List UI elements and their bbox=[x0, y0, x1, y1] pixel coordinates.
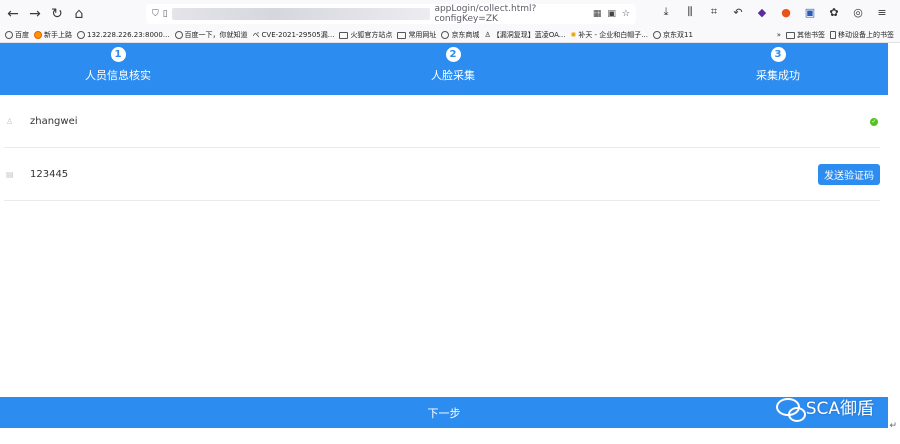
folder-icon bbox=[339, 31, 349, 39]
library-icon[interactable]: ⫼ bbox=[682, 4, 698, 20]
bookmark-item[interactable]: ベ CVE-2021-29505漏... bbox=[253, 30, 335, 40]
watermark-text: SCA御盾 bbox=[805, 399, 874, 419]
browser-toolbar: ← → ↻ ⌂ ⛉ ▯ appLogin/collect.html?config… bbox=[0, 0, 900, 28]
bookmark-item[interactable]: 新手上路 bbox=[34, 30, 72, 40]
id-card-icon: ▤ bbox=[6, 170, 14, 179]
bookmark-item[interactable]: ♙ 【漏洞复现】蓝凌OA... bbox=[484, 30, 565, 40]
globe-icon bbox=[77, 31, 85, 39]
extension-icon[interactable]: ◆ bbox=[754, 4, 770, 20]
addon-icon[interactable]: ✿ bbox=[826, 4, 842, 20]
bookmark-item[interactable]: 百度一下，你就知道 bbox=[174, 30, 248, 40]
wechat-icon bbox=[775, 397, 806, 422]
step-label: 人脸采集 bbox=[431, 69, 475, 82]
next-button[interactable]: 下一步 bbox=[0, 397, 888, 428]
bookmark-star-icon[interactable]: ☆ bbox=[622, 9, 630, 19]
circle-icon[interactable]: ◎ bbox=[850, 4, 866, 20]
bookmark-item[interactable]: 京东双11 bbox=[652, 30, 693, 40]
folder-icon bbox=[786, 31, 795, 39]
bookmark-item[interactable]: 火狐官方站点 bbox=[339, 30, 392, 40]
crop-icon[interactable]: ⌗ bbox=[706, 4, 722, 20]
mobile-bookmarks[interactable]: 移动设备上的书签 bbox=[830, 30, 894, 40]
bookmark-item[interactable]: ✺ 补天 - 企业和白帽子... bbox=[570, 30, 648, 40]
step-1: 1 人员信息核实 bbox=[58, 47, 178, 83]
step-3: 3 采集成功 bbox=[718, 47, 838, 83]
reload-icon[interactable]: ↻ bbox=[46, 3, 68, 25]
step-number: 1 bbox=[110, 47, 126, 62]
step-2: 2 人脸采集 bbox=[393, 47, 513, 83]
check-circle-icon: ✓ bbox=[870, 117, 878, 126]
bookmark-item[interactable]: 百度 bbox=[5, 30, 29, 40]
step-label: 人员信息核实 bbox=[85, 69, 151, 82]
bookmark-item[interactable]: 常用网址 bbox=[397, 30, 436, 40]
code-field[interactable]: 123445 bbox=[30, 169, 68, 180]
folder-icon bbox=[397, 31, 407, 39]
more-bookmarks-icon[interactable]: » bbox=[777, 31, 781, 39]
watermark: SCA御盾 bbox=[775, 394, 874, 422]
verification-row: ▤ 123445 发送验证码 bbox=[4, 149, 880, 201]
username-field[interactable]: zhangwei bbox=[30, 116, 78, 127]
download-icon[interactable]: ⤓ bbox=[658, 4, 674, 20]
person-icon: ♙ bbox=[484, 31, 491, 39]
other-bookmarks[interactable]: 其他书签 bbox=[786, 30, 825, 40]
bookmarks-bar: 百度 新手上路 132.228.226.23:8000... 百度一下，你就知道… bbox=[0, 28, 900, 43]
send-code-button[interactable]: 发送验证码 bbox=[818, 164, 880, 185]
menu-icon[interactable]: ≡ bbox=[874, 4, 890, 20]
bookmark-item[interactable]: 京东商城 bbox=[441, 30, 479, 40]
globe-icon bbox=[652, 31, 661, 39]
blurred-url bbox=[171, 8, 431, 20]
translate-icon[interactable]: ▣ bbox=[607, 9, 616, 19]
record-icon[interactable]: ● bbox=[778, 4, 794, 20]
globe-icon bbox=[441, 31, 450, 39]
globe-icon bbox=[5, 31, 13, 39]
back-icon[interactable]: ← bbox=[2, 3, 24, 25]
shield-icon: ⛉ bbox=[152, 9, 159, 19]
user-icon: ♙ bbox=[6, 117, 14, 126]
mobile-icon bbox=[830, 31, 836, 39]
globe-icon bbox=[174, 31, 183, 39]
home-icon[interactable]: ⌂ bbox=[68, 3, 90, 25]
forward-icon[interactable]: → bbox=[24, 3, 46, 25]
steps-header: 1 人员信息核实 2 人脸采集 3 采集成功 bbox=[0, 43, 888, 95]
step-number: 2 bbox=[445, 47, 461, 62]
step-number: 3 bbox=[770, 47, 786, 62]
url-text: appLogin/collect.html?configKey=ZK bbox=[434, 4, 537, 24]
username-row: ♙ zhangwei ✓ bbox=[4, 96, 880, 148]
butian-icon: ✺ bbox=[570, 31, 577, 39]
cve-icon: ベ bbox=[252, 31, 260, 39]
firefox-icon bbox=[34, 31, 42, 39]
page-icon: ▯ bbox=[162, 9, 168, 19]
qr-code-icon[interactable]: ▦ bbox=[593, 9, 602, 19]
bookmark-item[interactable]: 132.228.226.23:8000... bbox=[77, 31, 170, 39]
address-bar[interactable]: ⛉ ▯ appLogin/collect.html?configKey=ZK ▦… bbox=[146, 4, 636, 24]
translate-ext-icon[interactable]: ▣ bbox=[802, 4, 818, 20]
step-label: 采集成功 bbox=[756, 69, 800, 82]
return-mark-icon: ↵ bbox=[889, 421, 897, 431]
undo-icon[interactable]: ↶ bbox=[730, 4, 746, 20]
